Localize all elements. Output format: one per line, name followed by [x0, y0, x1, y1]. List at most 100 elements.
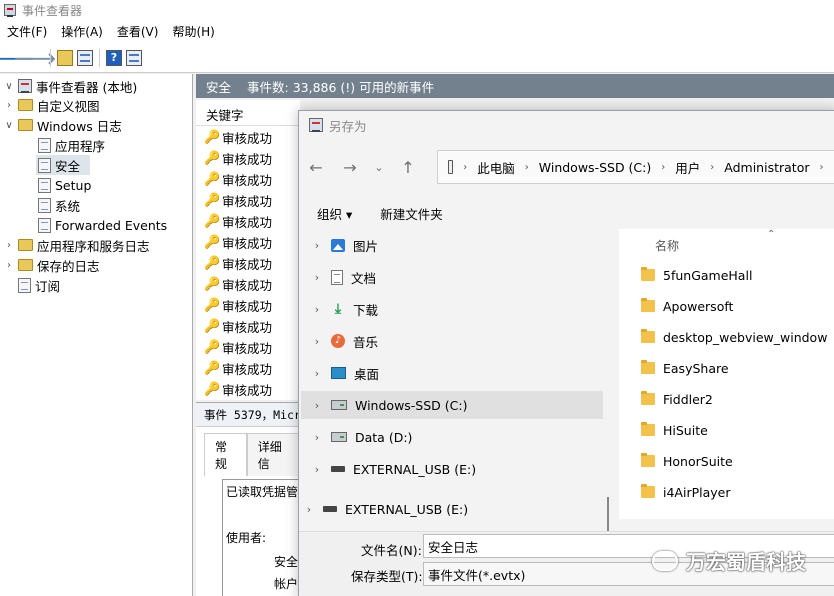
event-row[interactable]: 🔑 审核成功 — [204, 274, 272, 295]
up-arrow-icon[interactable]: ↑ — [391, 158, 425, 177]
recent-locations-chevron-icon[interactable]: ⌄ — [367, 161, 391, 174]
chevron-down-icon[interactable]: ∨ — [4, 120, 14, 131]
chevron-right-icon[interactable]: › — [311, 303, 323, 316]
detail-tabs: 常规 详细信 — [204, 433, 300, 476]
forward-arrow-icon[interactable]: → — [333, 158, 367, 177]
list-item[interactable]: i4AirPlayer — [641, 480, 731, 504]
desktop-icon — [331, 367, 346, 379]
tab-details[interactable]: 详细信 — [246, 433, 300, 476]
tree-item-application[interactable]: 应用程序 — [38, 135, 105, 155]
tree-item-windows-logs[interactable]: ∨ Windows 日志 — [4, 115, 121, 135]
menu-view[interactable]: 查看(V) — [110, 23, 166, 40]
nav-item-usb-e-root[interactable]: › EXTERNAL_USB (E:) — [303, 495, 468, 523]
chevron-right-icon[interactable]: › — [4, 240, 14, 251]
column-header-name[interactable]: 名称 — [655, 237, 679, 254]
chevron-right-icon[interactable]: › — [710, 162, 714, 173]
key-icon: 🔑 — [204, 151, 221, 166]
chevron-right-icon[interactable]: › — [525, 162, 529, 173]
tree-item-system[interactable]: 系统 — [38, 195, 80, 215]
command-bar: 组织 ▾ 新建文件夹 — [299, 201, 834, 225]
nav-item-usb-e[interactable]: › EXTERNAL_USB (E:) — [311, 455, 476, 483]
list-item[interactable]: Apowersoft — [641, 294, 733, 318]
list-item[interactable]: desktop_webview_window — [641, 325, 827, 349]
event-keyword: 审核成功 — [222, 278, 273, 293]
breadcrumb-administrator[interactable]: Administrator — [724, 160, 809, 175]
tree-item-app-service-logs[interactable]: › 应用程序和服务日志 — [4, 235, 150, 255]
nav-item-documents[interactable]: › 文档 — [311, 263, 376, 291]
event-row[interactable]: 🔑 审核成功 — [204, 358, 272, 379]
tree-item-forwarded-events[interactable]: Forwarded Events — [38, 215, 167, 235]
menu-help[interactable]: 帮助(H) — [165, 23, 221, 40]
chevron-right-icon[interactable]: › — [463, 162, 467, 173]
event-row[interactable]: 🔑 审核成功 — [204, 316, 272, 337]
event-row[interactable]: 🔑 审核成功 — [204, 253, 272, 274]
sort-up-icon[interactable]: ⌃ — [767, 229, 775, 240]
action-pane-icon[interactable] — [126, 49, 142, 66]
file-name: i4AirPlayer — [663, 484, 731, 500]
event-row[interactable]: 🔑 审核成功 — [204, 127, 272, 148]
wechat-icon — [652, 550, 678, 571]
tree-label: 应用程序 — [55, 138, 106, 154]
chevron-right-icon[interactable]: › — [311, 239, 323, 252]
chevron-right-icon[interactable]: › — [4, 260, 14, 271]
event-row[interactable]: 🔑 审核成功 — [204, 211, 272, 232]
tab-general[interactable]: 常规 — [204, 433, 247, 476]
event-row[interactable]: 🔑 审核成功 — [204, 379, 272, 400]
chevron-right-icon[interactable]: › — [4, 100, 14, 111]
downloads-icon: ⤓ — [334, 301, 342, 317]
tree-item-setup[interactable]: Setup — [38, 175, 91, 195]
nav-item-music[interactable]: › ♪ 音乐 — [311, 327, 378, 355]
event-row[interactable]: 🔑 审核成功 — [204, 232, 272, 253]
list-item[interactable]: Fiddler2 — [641, 387, 713, 411]
forward-arrow-icon[interactable]: 🡒 — [14, 49, 57, 68]
event-viewer-icon — [18, 79, 32, 93]
list-item[interactable]: HiSuite — [641, 418, 708, 442]
menu-action[interactable]: 操作(A) — [54, 23, 110, 40]
chevron-right-icon[interactable]: › — [311, 463, 323, 476]
event-row[interactable]: 🔑 审核成功 — [204, 337, 272, 358]
tree-item-subscriptions[interactable]: 订阅 — [18, 275, 60, 295]
list-item[interactable]: HonorSuite — [641, 449, 733, 473]
event-row[interactable]: 🔑 审核成功 — [204, 295, 272, 316]
event-row[interactable]: 🔑 审核成功 — [204, 169, 272, 190]
chevron-right-icon[interactable]: › — [311, 431, 323, 444]
chevron-right-icon[interactable]: › — [819, 162, 823, 173]
tree-item-security[interactable]: 安全 — [36, 155, 90, 175]
chevron-right-icon[interactable]: › — [661, 162, 665, 173]
menu-file[interactable]: 文件(F) — [0, 23, 54, 40]
tree-item-root[interactable]: ∨ 事件查看器 (本地) — [4, 76, 137, 96]
chevron-right-icon[interactable]: › — [303, 503, 315, 516]
tree-item-saved-logs[interactable]: › 保存的日志 — [4, 255, 100, 275]
nav-item-drive-c[interactable]: › Windows-SSD (C:) — [301, 391, 603, 419]
list-item[interactable]: EasyShare — [641, 356, 729, 380]
chevron-right-icon[interactable]: › — [311, 335, 323, 348]
show-hide-console-icon[interactable] — [77, 49, 93, 66]
help-icon[interactable]: ? — [106, 49, 122, 66]
nav-item-desktop[interactable]: › 桌面 — [311, 359, 379, 387]
address-bar[interactable]: › 此电脑 › Windows-SSD (C:) › 用户 › Administ… — [437, 150, 834, 184]
breadcrumb-drive-c[interactable]: Windows-SSD (C:) — [539, 160, 651, 175]
chevron-right-icon[interactable]: › — [311, 271, 323, 284]
event-row[interactable]: 🔑 审核成功 — [204, 190, 272, 211]
chevron-right-icon[interactable]: › — [311, 399, 323, 412]
breadcrumb-users[interactable]: 用户 — [675, 158, 700, 177]
folder-icon — [18, 239, 33, 251]
nav-item-downloads[interactable]: › ⤓ 下载 — [311, 295, 378, 323]
organize-button[interactable]: 组织 ▾ — [317, 204, 352, 223]
nav-item-drive-d[interactable]: › Data (D:) — [311, 423, 413, 451]
event-row[interactable]: 🔑 审核成功 — [204, 148, 272, 169]
back-arrow-icon[interactable]: ← — [299, 158, 333, 177]
tree-item-custom-views[interactable]: › 自定义视图 — [4, 95, 100, 115]
column-header-keyword[interactable]: 关键字 — [196, 104, 300, 126]
chevron-down-icon[interactable]: ∨ — [4, 81, 14, 92]
chevron-right-icon[interactable]: › — [311, 367, 323, 380]
list-item[interactable]: 5funGameHall — [641, 263, 752, 287]
event-keyword: 审核成功 — [222, 299, 273, 314]
nav-item-pictures[interactable]: › 图片 — [311, 231, 378, 259]
new-folder-button[interactable]: 新建文件夹 — [380, 204, 443, 223]
folder-icon — [641, 453, 655, 467]
up-folder-icon[interactable] — [57, 49, 73, 66]
breadcrumb-this-pc[interactable]: 此电脑 — [477, 158, 515, 177]
key-icon: 🔑 — [204, 298, 221, 313]
file-name: EasyShare — [663, 360, 729, 376]
